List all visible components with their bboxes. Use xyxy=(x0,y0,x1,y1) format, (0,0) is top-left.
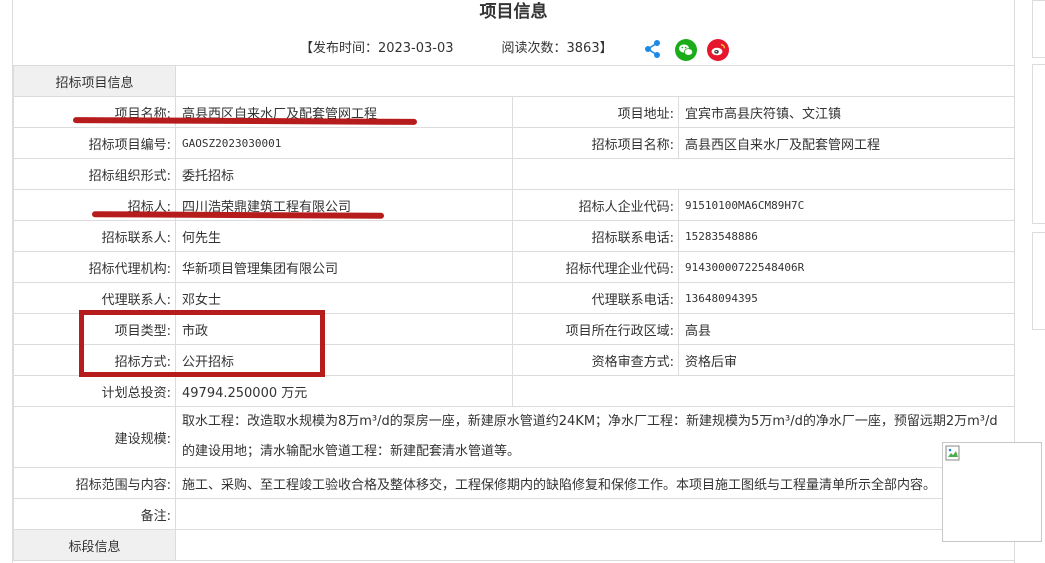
sidebar-tab[interactable] xyxy=(1032,64,1045,224)
section-row-project: 招标项目信息 xyxy=(13,65,1016,97)
investment-label: 计划总投资: xyxy=(13,375,176,407)
tender-project-name-label: 招标项目名称: xyxy=(512,127,679,159)
publish-date: 【发布时间：2023-03-03 xyxy=(299,41,454,56)
tenderer-code-value: 91510100MA6CM89H7C xyxy=(677,189,1016,221)
region-value: 高县 xyxy=(677,313,1016,345)
right-floating-sidebar xyxy=(1032,0,1045,563)
sidebar-tab[interactable] xyxy=(1032,0,1045,58)
remark-label: 备注: xyxy=(13,498,176,530)
tender-method-value: 公开招标 xyxy=(175,344,513,376)
agency-code-value: 91430000722548406R xyxy=(677,251,1016,283)
table-row: 备注: xyxy=(13,498,1016,530)
table-row: 建设规模: 取水工程：改造取水规模为8万m³/d的泵房一座，新建原水管道约24K… xyxy=(13,406,1016,468)
page-title: 项目信息 xyxy=(479,2,548,22)
section-row-lots: 标段信息 xyxy=(13,529,1016,561)
table-row: 招标人: 四川浩荣鼎建筑工程有限公司 招标人企业代码: 91510100MA6C… xyxy=(13,189,1016,221)
project-info-table: 招标项目信息 项目名称: 高县西区自来水厂及配套管网工程 项目地址: 宜宾市高县… xyxy=(13,65,1016,561)
broken-image-placeholder xyxy=(942,442,1042,542)
scope-value: 施工、采购、至工程竣工验收合格及整体移交，工程保修期内的缺陷修复和保修工作。本项… xyxy=(174,467,1016,499)
tenderer-label: 招标人: xyxy=(13,189,176,221)
tenderer-code-label: 招标人企业代码: xyxy=(512,189,679,221)
tender-method-label: 招标方式: xyxy=(13,344,176,376)
table-row: 招标联系人: 何先生 招标联系电话: 15283548886 xyxy=(13,220,1016,252)
project-type-value: 市政 xyxy=(175,313,513,345)
scale-value: 取水工程：改造取水规模为8万m³/d的泵房一座，新建原水管道约24KM；净水厂工… xyxy=(174,406,1016,468)
agent-contact-label: 代理联系人: xyxy=(13,282,176,314)
project-address-value: 宜宾市高县庆符镇、文江镇 xyxy=(677,96,1016,128)
investment-value: 49794.250000 万元 xyxy=(175,375,513,407)
tenderer-value: 四川浩荣鼎建筑工程有限公司 xyxy=(175,189,513,221)
share-icon[interactable] xyxy=(643,39,663,59)
contact-label: 招标联系人: xyxy=(13,220,176,252)
project-name-label: 项目名称: xyxy=(13,96,176,128)
publish-meta: 【发布时间：2023-03-03 阅读次数：3863】 xyxy=(13,36,1014,62)
project-type-label: 项目类型: xyxy=(13,313,176,345)
project-code-label: 招标项目编号: xyxy=(13,127,176,159)
weibo-icon[interactable] xyxy=(707,38,730,61)
table-row: 代理联系人: 邓女士 代理联系电话: 13648094395 xyxy=(13,282,1016,314)
scale-label: 建设规模: xyxy=(13,406,176,468)
contact-phone-label: 招标联系电话: xyxy=(512,220,679,252)
project-address-label: 项目地址: xyxy=(512,96,679,128)
qualification-value: 资格后审 xyxy=(677,344,1016,376)
sidebar-tab[interactable] xyxy=(1032,232,1045,330)
contact-phone-value: 15283548886 xyxy=(677,220,1016,252)
table-row: 招标项目编号: GAOSZ2023030001 招标项目名称: 高县西区自来水厂… xyxy=(13,127,1016,159)
org-form-label: 招标组织形式: xyxy=(13,158,176,190)
tender-project-name-value: 高县西区自来水厂及配套管网工程 xyxy=(677,127,1016,159)
table-row: 计划总投资: 49794.250000 万元 xyxy=(13,375,1016,407)
project-info-panel: 项目信息 【发布时间：2023-03-03 阅读次数：3863】 招标项目信息 … xyxy=(12,0,1016,563)
table-row: 招标代理机构: 华新项目管理集团有限公司 招标代理企业代码: 914300007… xyxy=(13,251,1016,283)
table-row: 项目类型: 市政 项目所在行政区域: 高县 xyxy=(13,313,1016,345)
broken-image-icon xyxy=(945,445,960,461)
wechat-icon[interactable] xyxy=(674,38,697,61)
qualification-label: 资格审查方式: xyxy=(512,344,679,376)
table-row: 招标范围与内容: 施工、采购、至工程竣工验收合格及整体移交，工程保修期内的缺陷修… xyxy=(13,467,1016,499)
read-count: 阅读次数：3863】 xyxy=(501,41,613,56)
org-form-value: 委托招标 xyxy=(175,158,513,190)
agency-value: 华新项目管理集团有限公司 xyxy=(175,251,513,283)
agent-phone-label: 代理联系电话: xyxy=(512,282,679,314)
table-row: 招标组织形式: 委托招标 xyxy=(13,158,1016,190)
section-header-lots: 标段信息 xyxy=(13,529,176,561)
table-row: 项目名称: 高县西区自来水厂及配套管网工程 项目地址: 宜宾市高县庆符镇、文江镇 xyxy=(13,96,1016,128)
project-code-value: GAOSZ2023030001 xyxy=(175,127,513,159)
table-row: 招标方式: 公开招标 资格审查方式: 资格后审 xyxy=(13,344,1016,376)
region-label: 项目所在行政区域: xyxy=(512,313,679,345)
project-name-value: 高县西区自来水厂及配套管网工程 xyxy=(175,96,513,128)
section-header-project: 招标项目信息 xyxy=(13,65,176,97)
contact-value: 何先生 xyxy=(175,220,513,252)
agency-label: 招标代理机构: xyxy=(13,251,176,283)
agent-phone-value: 13648094395 xyxy=(677,282,1016,314)
remark-value xyxy=(174,498,1016,530)
agent-contact-value: 邓女士 xyxy=(175,282,513,314)
agency-code-label: 招标代理企业代码: xyxy=(512,251,679,283)
scope-label: 招标范围与内容: xyxy=(13,467,176,499)
